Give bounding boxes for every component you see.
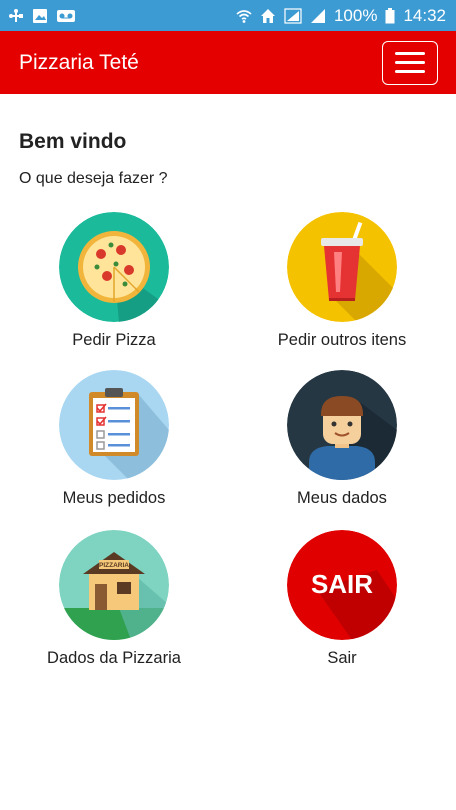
status-bar: 100% 14:32 bbox=[0, 0, 456, 31]
tile-dados-da-pizzaria[interactable]: PIZZARIA Dados da Pizzaria bbox=[14, 530, 214, 680]
page-subtitle: O que deseja fazer ? bbox=[19, 170, 168, 187]
home-icon bbox=[260, 8, 276, 24]
hamburger-menu-button[interactable] bbox=[382, 40, 438, 85]
tile-label: Meus pedidos bbox=[62, 489, 166, 507]
wifi-icon bbox=[236, 8, 252, 24]
clock: 14:32 bbox=[403, 5, 446, 25]
drink-cup-icon bbox=[287, 212, 397, 322]
pizzaria-sign: PIZZARIA bbox=[99, 562, 129, 569]
app-bar: Pizzaria Teté bbox=[0, 31, 456, 94]
status-left bbox=[8, 8, 76, 24]
signal-icon bbox=[284, 7, 302, 24]
usb-icon bbox=[8, 8, 24, 24]
tile-pedir-pizza[interactable]: Pedir Pizza bbox=[14, 212, 214, 362]
tile-label: Pedir Pizza bbox=[72, 331, 156, 349]
battery-icon bbox=[385, 7, 395, 24]
tile-pedir-outros-itens[interactable]: Pedir outros itens bbox=[242, 212, 442, 362]
battery-percent: 100% bbox=[333, 5, 378, 25]
tile-label: Dados da Pizzaria bbox=[47, 649, 181, 667]
pizzaria-house-icon: PIZZARIA bbox=[59, 530, 169, 640]
hamburger-menu-icon bbox=[395, 52, 425, 55]
pizza-icon bbox=[59, 212, 169, 322]
tile-meus-pedidos[interactable]: Meus pedidos bbox=[14, 370, 214, 520]
voicemail-icon bbox=[56, 8, 76, 24]
tile-meus-dados[interactable]: Meus dados bbox=[242, 370, 442, 520]
user-avatar-icon bbox=[287, 370, 397, 480]
exit-sair-icon: SAIR bbox=[287, 530, 397, 640]
tile-label: Pedir outros itens bbox=[277, 331, 407, 349]
app-title: Pizzaria Teté bbox=[19, 50, 139, 74]
tile-sair[interactable]: SAIR Sair bbox=[242, 530, 442, 680]
clipboard-checklist-icon bbox=[59, 370, 169, 480]
image-icon bbox=[32, 8, 48, 24]
tile-label: Sair bbox=[327, 649, 357, 667]
signal-icon bbox=[310, 8, 326, 24]
tile-label: Meus dados bbox=[297, 489, 387, 507]
sair-icon-text: SAIR bbox=[311, 569, 373, 599]
page-title: Bem vindo bbox=[19, 130, 127, 153]
status-right: 100% 14:32 bbox=[236, 6, 446, 26]
